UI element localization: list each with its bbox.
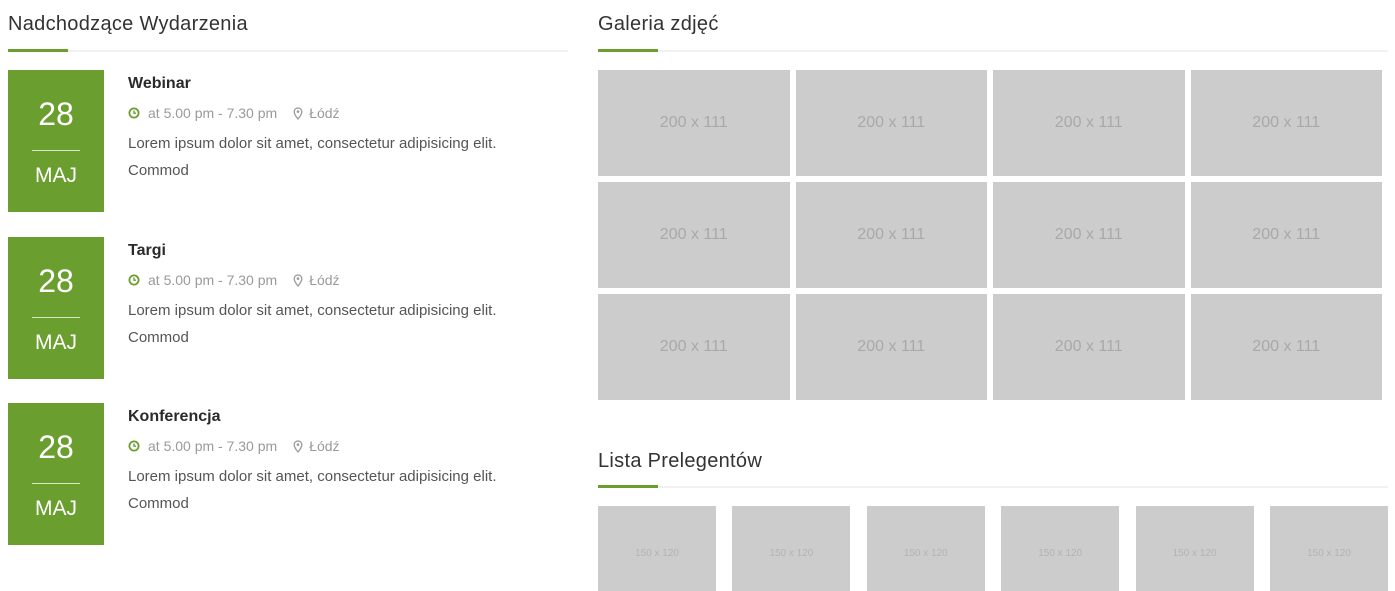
speaker-thumbnail[interactable]: 150 x 120: [1269, 506, 1388, 591]
event-time: at 5.00 pm - 7.30 pm: [148, 272, 278, 288]
event-date-month: MAJ: [35, 331, 77, 354]
event-meta: at 5.00 pm - 7.30 pm Łódź: [128, 271, 558, 289]
speaker-thumbnail[interactable]: 150 x 120: [732, 506, 851, 591]
gallery-thumbnail[interactable]: 200 x 111: [598, 294, 790, 400]
event-title[interactable]: Konferencja: [128, 407, 558, 427]
clock-icon: [128, 440, 140, 452]
speakers-title-divider: [598, 485, 1388, 488]
date-divider: [32, 483, 80, 484]
clock-icon: [128, 107, 140, 119]
title-accent-bar: [598, 49, 658, 52]
gallery-section-title: Galeria zdjęć: [598, 13, 719, 35]
event-date-month: MAJ: [35, 497, 77, 520]
event-title[interactable]: Targi: [128, 241, 558, 261]
event-location: Łódź: [309, 272, 340, 288]
speaker-thumbnail[interactable]: 150 x 120: [866, 506, 985, 591]
event-body: Targi at 5.00 pm - 7.30 pm Łódź Lorem ip…: [128, 237, 558, 351]
speakers-row: 150 x 120 150 x 120 150 x 120 150 x 120 …: [598, 506, 1388, 591]
map-pin-icon: [293, 106, 303, 120]
clock-icon: [128, 274, 140, 286]
map-pin-icon: [293, 439, 303, 453]
events-title-divider: [8, 49, 568, 52]
gallery-thumbnail[interactable]: 200 x 111: [993, 294, 1185, 400]
date-divider: [32, 317, 80, 318]
map-pin-icon: [293, 273, 303, 287]
event-date-badge: 28 MAJ: [8, 237, 104, 379]
event-location: Łódź: [309, 438, 340, 454]
event-item[interactable]: 28 MAJ Webinar at 5.00 pm - 7.30 pm Łódź…: [8, 70, 568, 212]
event-date-month: MAJ: [35, 164, 77, 187]
gallery-thumbnail[interactable]: 200 x 111: [598, 70, 790, 176]
speaker-thumbnail[interactable]: 150 x 120: [1001, 506, 1120, 591]
speaker-thumbnail[interactable]: 150 x 120: [1135, 506, 1254, 591]
events-section-title: Nadchodzące Wydarzenia: [8, 13, 248, 35]
speaker-thumbnail[interactable]: 150 x 120: [598, 506, 716, 591]
event-description: Lorem ipsum dolor sit amet, consectetur …: [128, 302, 497, 346]
title-accent-bar: [598, 485, 658, 488]
date-divider: [32, 150, 80, 151]
event-date-day: 28: [38, 263, 74, 299]
event-description: Lorem ipsum dolor sit amet, consectetur …: [128, 468, 497, 512]
event-time: at 5.00 pm - 7.30 pm: [148, 105, 278, 121]
speakers-section-title: Lista Prelegentów: [598, 450, 763, 472]
gallery-thumbnail[interactable]: 200 x 111: [598, 182, 790, 288]
event-description: Lorem ipsum dolor sit amet, consectetur …: [128, 135, 497, 179]
event-date-badge: 28 MAJ: [8, 70, 104, 212]
event-date-day: 28: [38, 429, 74, 465]
gallery-thumbnail[interactable]: 200 x 111: [1190, 70, 1382, 176]
gallery-thumbnail[interactable]: 200 x 111: [993, 70, 1185, 176]
event-title[interactable]: Webinar: [128, 74, 558, 94]
gallery-grid: 200 x 111 200 x 111 200 x 111 200 x 111 …: [598, 70, 1388, 400]
event-item[interactable]: 28 MAJ Konferencja at 5.00 pm - 7.30 pm …: [8, 403, 568, 545]
event-location: Łódź: [309, 105, 340, 121]
gallery-thumbnail[interactable]: 200 x 111: [1190, 294, 1382, 400]
event-meta: at 5.00 pm - 7.30 pm Łódź: [128, 104, 558, 122]
event-date-badge: 28 MAJ: [8, 403, 104, 545]
title-accent-bar: [8, 49, 68, 52]
gallery-thumbnail[interactable]: 200 x 111: [993, 182, 1185, 288]
event-body: Webinar at 5.00 pm - 7.30 pm Łódź Lorem …: [128, 70, 558, 184]
gallery-thumbnail[interactable]: 200 x 111: [795, 294, 987, 400]
event-date-day: 28: [38, 96, 74, 132]
event-time: at 5.00 pm - 7.30 pm: [148, 438, 278, 454]
event-item[interactable]: 28 MAJ Targi at 5.00 pm - 7.30 pm Łódź L…: [8, 237, 568, 379]
event-body: Konferencja at 5.00 pm - 7.30 pm Łódź Lo…: [128, 403, 558, 517]
gallery-thumbnail[interactable]: 200 x 111: [1190, 182, 1382, 288]
event-meta: at 5.00 pm - 7.30 pm Łódź: [128, 437, 558, 455]
gallery-thumbnail[interactable]: 200 x 111: [795, 70, 987, 176]
gallery-title-divider: [598, 49, 1388, 52]
gallery-thumbnail[interactable]: 200 x 111: [795, 182, 987, 288]
